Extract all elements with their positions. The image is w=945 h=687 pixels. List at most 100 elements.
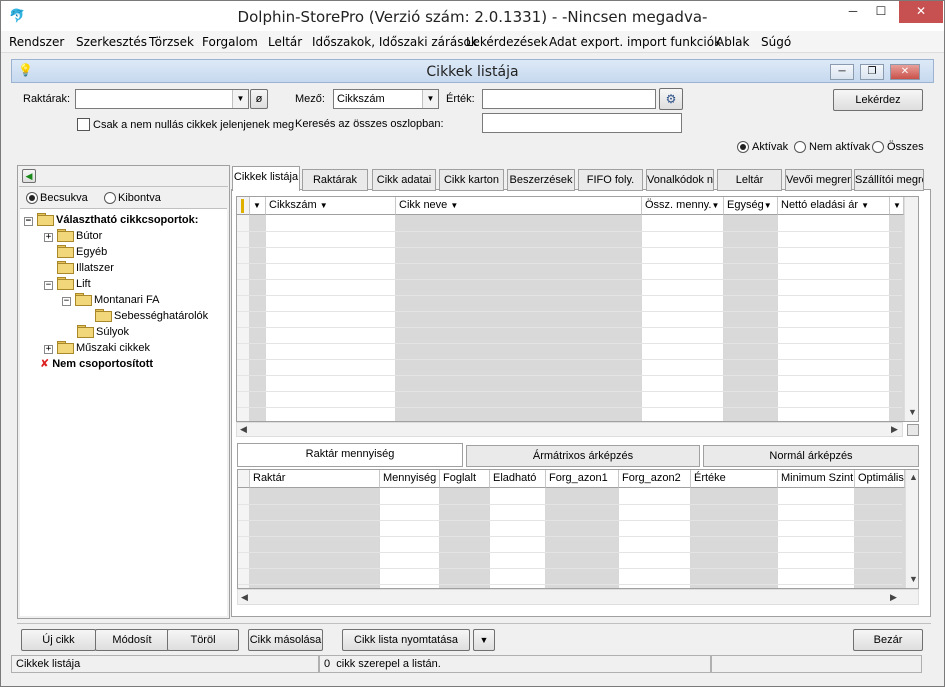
radio-becsukva[interactable] (26, 192, 38, 204)
minimize-button[interactable]: ─ (839, 1, 867, 23)
scroll-right-icon[interactable]: ▶ (891, 424, 898, 435)
col-erteke[interactable]: Értéke (691, 470, 778, 488)
raktarak-input[interactable] (75, 89, 249, 109)
menu-leltar[interactable]: Leltár (268, 35, 302, 49)
menu-szerkesztes[interactable]: Szerkesztés (76, 35, 147, 49)
modosit-button[interactable]: Módosít (95, 629, 169, 651)
scroll-right-icon[interactable]: ▶ (890, 592, 897, 603)
tree-item-sulyok[interactable]: Súlyok (77, 324, 129, 340)
subtab-raktar-mennyiseg[interactable]: Raktár mennyiség (237, 443, 463, 467)
tab-beszerzesek[interactable]: Beszerzések (507, 169, 575, 191)
expand-icon[interactable]: + (44, 345, 53, 354)
col-ossz-menny[interactable]: Össz. menny.▼ (642, 197, 724, 215)
tree-item-valaszthato[interactable]: − Választható cikkcsoportok: (24, 212, 198, 228)
row-indicator-header (237, 197, 250, 215)
tab-raktarak[interactable]: Raktárak (302, 169, 368, 191)
tree-item-sebesseg[interactable]: Sebességhatárolók (95, 308, 208, 324)
main-grid-hscroll[interactable]: ◀ ▶ (236, 422, 903, 437)
main-grid[interactable]: ▼ Cikkszám ▼ Cikk neve ▼ Össz. menny.▼ E… (236, 196, 919, 422)
scroll-left-icon[interactable]: ◀ (241, 592, 248, 603)
ertek-input[interactable] (482, 89, 656, 109)
close-button[interactable]: ✕ (899, 1, 943, 23)
stock-grid-vscroll[interactable]: ▲ ▼ (905, 470, 918, 588)
print-dropdown-button[interactable]: ▼ (473, 629, 495, 651)
col-optimalis[interactable]: Optimális (855, 470, 905, 488)
bezar-button[interactable]: Bezár (853, 629, 923, 651)
main-grid-vscroll[interactable]: ▼ (904, 197, 918, 421)
filter-panel: Raktárak: ▼ ø Mező: Cikkszám ▼ Érték: ⚙ … (17, 85, 931, 157)
child-restore-button[interactable]: ❐ (860, 64, 884, 80)
uj-cikk-button[interactable]: Új cikk (21, 629, 96, 651)
scroll-left-icon[interactable]: ◀ (240, 424, 247, 435)
col-foglalt[interactable]: Foglalt (440, 470, 490, 488)
tab-vonalkodok[interactable]: Vonalkódok n (646, 169, 714, 191)
col-forg-azon1[interactable]: Forg_azon1 (546, 470, 619, 488)
menu-forgalom[interactable]: Forgalom (202, 35, 258, 49)
tab-vevoi[interactable]: Vevői megren (785, 169, 852, 191)
col-cikk-neve[interactable]: Cikk neve ▼ (396, 197, 642, 215)
menu-rendszer[interactable]: Rendszer (9, 35, 64, 49)
grid-column (380, 488, 440, 588)
menu-idoszakok[interactable]: Időszakok, Időszaki zárások (312, 35, 478, 49)
tab-szallitoi[interactable]: Szállítói megre (854, 169, 924, 191)
subtab-normal[interactable]: Normál árképzés (703, 445, 919, 467)
scroll-down-icon[interactable]: ▼ (909, 574, 918, 584)
radio-osszes[interactable] (872, 141, 884, 153)
tab-leltar[interactable]: Leltár (717, 169, 782, 191)
maximize-button[interactable]: ☐ (867, 1, 895, 23)
select-column-header[interactable]: ▼ (250, 197, 266, 215)
collapse-icon[interactable]: − (24, 217, 33, 226)
stock-grid[interactable]: Raktár Mennyiség Foglalt Eladható Forg_a… (237, 469, 919, 589)
menu-lekerdezesek[interactable]: Lekérdezések (466, 35, 548, 49)
collapse-icon[interactable]: − (62, 297, 71, 306)
mezo-dropdown-icon[interactable]: ▼ (422, 90, 438, 108)
collapse-panel-button[interactable]: ◀ (22, 169, 36, 183)
col-cikkszam[interactable]: Cikkszám ▼ (266, 197, 396, 215)
torol-button[interactable]: Töröl (167, 629, 239, 651)
tab-cikkek-listaja[interactable]: Cikkek listája (232, 166, 300, 191)
col-netto-eladasi-ar[interactable]: Nettó eladási ár ▼ (778, 197, 890, 215)
col-mennyiseg[interactable]: Mennyiség (380, 470, 440, 488)
tab-cikk-karton[interactable]: Cikk karton (439, 169, 504, 191)
lekerdez-button[interactable]: Lekérdez (833, 89, 923, 111)
col-egyseg[interactable]: Egység▼ (724, 197, 778, 215)
raktarak-dropdown-icon[interactable]: ▼ (232, 90, 248, 108)
col-eladhato[interactable]: Eladható (490, 470, 546, 488)
tree-item-nem-csoportositott[interactable]: ✘ Nem csoportosított (40, 356, 153, 372)
child-close-button[interactable]: ✕ (890, 64, 920, 80)
radio-aktivak[interactable] (737, 141, 749, 153)
col-raktar[interactable]: Raktár (250, 470, 380, 488)
expand-icon[interactable]: + (44, 233, 53, 242)
row-indicator-column (238, 488, 250, 588)
menu-adat-export[interactable]: Adat export. import funkciók (549, 35, 721, 49)
tree-item-muszaki[interactable]: + Műszaki cikkek (44, 340, 150, 356)
collapse-icon[interactable]: − (44, 281, 53, 290)
radio-kibontva[interactable] (104, 192, 116, 204)
tree-item-butor[interactable]: + Bútor (44, 228, 102, 244)
menu-torzsek[interactable]: Törzsek (149, 35, 194, 49)
col-more[interactable]: ▼ (890, 197, 904, 215)
kereses-input[interactable] (482, 113, 682, 133)
stock-grid-hscroll[interactable]: ◀ ▶ (237, 589, 919, 605)
grid-options-icon[interactable] (907, 424, 919, 436)
menu-sugo[interactable]: Súgó (761, 35, 791, 49)
child-minimize-button[interactable]: ─ (830, 64, 854, 80)
radio-nem-aktivak[interactable] (794, 141, 806, 153)
scroll-down-icon[interactable]: ▼ (908, 407, 917, 417)
cikk-masolasa-button[interactable]: Cikk másolása (248, 629, 323, 651)
cikk-lista-nyomtatasa-button[interactable]: Cikk lista nyomtatása (342, 629, 470, 651)
tree-item-lift[interactable]: − Lift (44, 276, 91, 292)
scroll-up-icon[interactable]: ▲ (909, 472, 918, 482)
tree-item-montanari[interactable]: − Montanari FA (62, 292, 159, 308)
col-forg-azon2[interactable]: Forg_azon2 (619, 470, 691, 488)
subtab-armatrixos[interactable]: Ármátrixos árképzés (466, 445, 700, 467)
menu-ablak[interactable]: Ablak (716, 35, 749, 49)
tree-item-illatszer[interactable]: Illatszer (57, 260, 114, 276)
raktarak-clear-button[interactable]: ø (250, 89, 268, 109)
search-options-button[interactable]: ⚙ (659, 88, 683, 110)
col-minimum-szint[interactable]: Minimum Szint (778, 470, 855, 488)
nonzero-checkbox[interactable] (77, 118, 90, 131)
tree-item-egyeb[interactable]: Egyéb (57, 244, 107, 260)
tab-fifo[interactable]: FIFO foly. (578, 169, 643, 191)
tab-cikk-adatai[interactable]: Cikk adatai (372, 169, 436, 191)
